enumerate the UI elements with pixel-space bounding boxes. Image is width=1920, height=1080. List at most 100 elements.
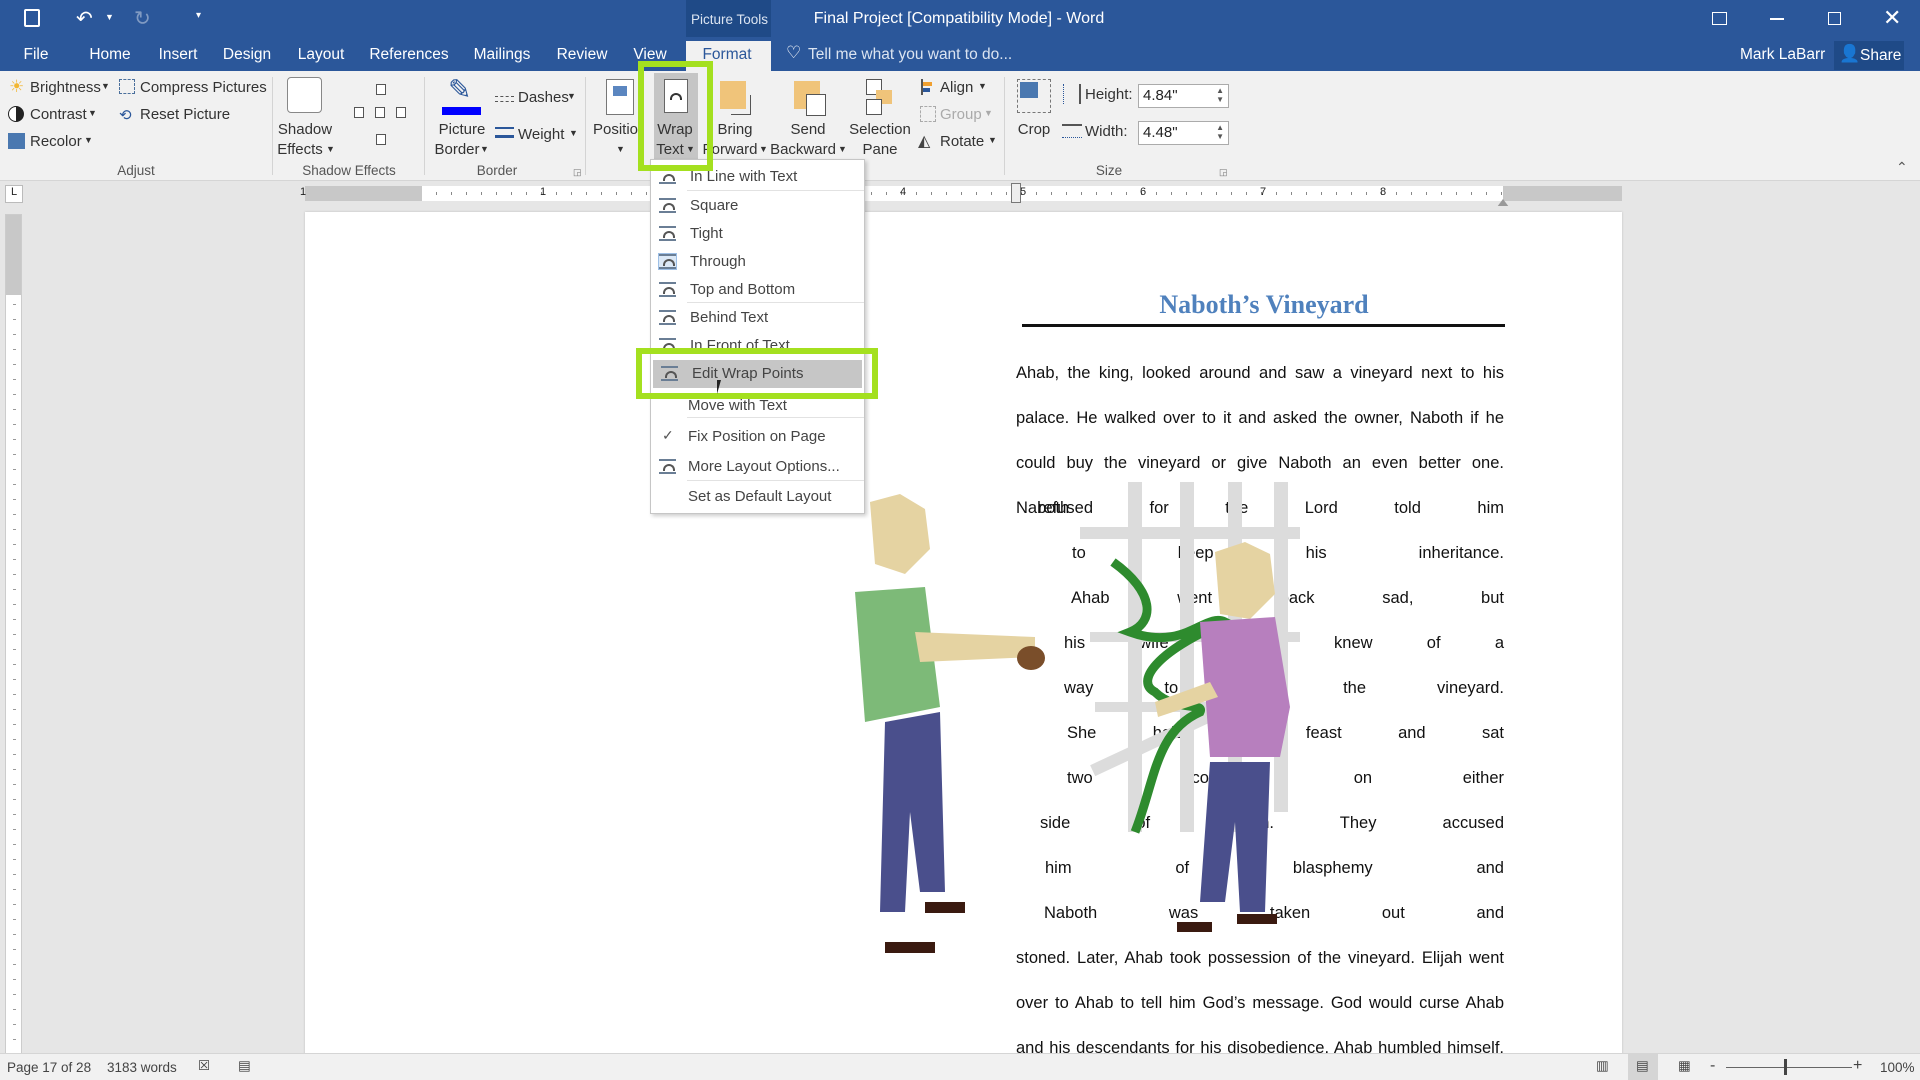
dropdown-icon: ▼ [326,144,335,154]
edit-wrap-points-highlight-box [636,348,878,399]
crop-icon [1017,79,1051,113]
menu-item-top-and-bottom[interactable]: Top and Bottom [651,276,864,304]
tab-layout[interactable]: Layout [298,46,345,64]
bring-forward-button[interactable]: Bring [717,121,752,138]
nudge-shadow-up-icon[interactable] [376,84,386,95]
zoom-level[interactable]: 100% [1880,1060,1915,1075]
horizontal-ruler[interactable]: L 1 1 4 5 6 7 8 [0,181,1920,207]
share-button[interactable]: 👤 Share [1834,41,1904,70]
autosave-icon[interactable] [24,9,40,27]
zoom-slider[interactable] [1726,1067,1852,1068]
shadow-effects-button-line2[interactable]: Effects [277,141,323,158]
contrast-button[interactable]: Contrast [30,106,87,123]
dashes-button[interactable]: Dashes [518,89,569,106]
collapse-ribbon-icon[interactable]: ⌃ [1896,159,1908,176]
tab-review[interactable]: Review [557,46,608,64]
menu-item-label: Tight [690,225,723,242]
picture-border-pencil-icon: ✎ [448,74,472,105]
picture-border-button[interactable]: Picture [439,121,486,138]
document-line: and his descendants for his disobedience… [1016,1039,1504,1053]
redo-icon[interactable]: ↻ [134,6,151,31]
macro-icon[interactable]: ▤ [238,1058,251,1074]
nudge-shadow-right-icon[interactable] [396,107,406,118]
menu-separator [687,190,864,191]
customize-toolbar-icon[interactable]: ▾ [196,10,201,21]
indent-marker[interactable] [1011,183,1021,203]
menu-item-tight[interactable]: Tight [651,220,864,248]
crop-button[interactable]: Crop [1018,121,1051,138]
compress-pictures-icon [119,79,135,94]
shadow-effects-button[interactable]: Shadow [278,121,332,138]
tell-me-search[interactable]: Tell me what you want to do... [808,46,1012,64]
align-button[interactable]: Align [940,79,973,96]
page-count[interactable]: Page 17 of 28 [7,1060,91,1075]
brightness-button[interactable]: Brightness [30,79,101,96]
width-value: 4.48" [1143,124,1178,141]
document-page[interactable]: Naboth’s Vineyard Ahab, the king, looked… [305,212,1622,1053]
rotate-icon: ◭ [918,133,931,150]
shadow-toggle-icon[interactable] [375,107,385,118]
zoom-out-button[interactable]: - [1710,1057,1715,1075]
tab-references[interactable]: References [369,46,448,64]
tab-mailings[interactable]: Mailings [474,46,531,64]
menu-item-behind-text[interactable]: Behind Text [651,304,864,332]
dropdown-icon: ▼ [984,108,993,118]
weight-button[interactable]: Weight [518,126,564,143]
compress-pictures-button[interactable]: Compress Pictures [140,79,267,96]
size-dialog-launcher-icon[interactable]: ◲ [1219,167,1228,178]
ribbon-display-options-icon[interactable] [1712,12,1727,25]
ruler-body [422,186,1503,201]
minimize-icon[interactable] [1770,18,1784,20]
vertical-ruler[interactable] [5,214,22,1053]
border-dialog-launcher-icon[interactable]: ◲ [573,167,582,178]
group-icon [920,106,936,122]
dashes-icon [495,96,514,102]
selection-pane-button[interactable]: Selection [849,121,911,138]
restore-icon[interactable] [1828,12,1841,25]
picture-border-button-line2[interactable]: Border [434,141,479,158]
vineyard-illustration[interactable] [855,482,1305,1002]
height-input[interactable]: 4.84" ▲ ▼ [1138,84,1229,108]
menu-item-fix-position-on-page[interactable]: ✓ Fix Position on Page [651,423,864,451]
ruler-number: 1 [300,186,307,198]
nudge-shadow-down-icon[interactable] [376,134,386,145]
word-count[interactable]: 3183 words [107,1060,177,1075]
zoom-slider-thumb[interactable] [1784,1059,1787,1075]
close-icon[interactable]: ✕ [1883,5,1901,31]
undo-dropdown-icon[interactable]: ▼ [105,12,114,22]
selection-pane-button-line2[interactable]: Pane [862,141,897,158]
undo-icon[interactable]: ↶ [76,6,93,31]
proofing-icon[interactable]: ☒ [198,1058,210,1074]
print-layout-icon[interactable]: ▤ [1628,1054,1658,1080]
send-backward-button-line2[interactable]: Backward [770,141,836,158]
read-mode-icon[interactable]: ▥ [1596,1058,1609,1074]
width-spinner[interactable]: ▲ ▼ [1216,123,1224,141]
tab-insert[interactable]: Insert [159,46,198,64]
ribbon-tabs: File Home Insert Design Layout Reference… [0,37,1920,71]
menu-separator [687,302,864,303]
tab-design[interactable]: Design [223,46,271,64]
rotate-button[interactable]: Rotate [940,133,984,150]
send-backward-button[interactable]: Send [790,121,825,138]
adjust-group-label: Adjust [117,163,155,178]
tab-home[interactable]: Home [89,46,130,64]
web-layout-icon[interactable]: ▦ [1678,1058,1691,1074]
window-title: Final Project [Compatibility Mode] - Wor… [813,10,1105,27]
height-spinner[interactable]: ▲ ▼ [1216,86,1224,104]
recolor-button[interactable]: Recolor [30,133,82,150]
menu-item-label: More Layout Options... [688,458,840,475]
zoom-in-button[interactable]: + [1853,1057,1862,1075]
menu-item-square[interactable]: Square [651,192,864,220]
menu-item-set-as-default-layout[interactable]: Set as Default Layout [651,483,864,511]
reset-picture-button[interactable]: Reset Picture [140,106,230,123]
width-input[interactable]: 4.48" ▲ ▼ [1138,121,1229,145]
height-icon [1063,84,1081,104]
menu-item-through[interactable]: Through [651,248,864,276]
right-indent-marker[interactable] [1497,193,1509,207]
tab-selector[interactable]: L [5,185,23,203]
menu-item-more-layout-options[interactable]: More Layout Options... [651,453,864,481]
position-button[interactable]: Positio [593,121,638,138]
nudge-shadow-left-icon[interactable] [354,107,364,118]
user-name[interactable]: Mark LaBarr [1740,46,1825,64]
tab-file[interactable]: File [24,46,49,64]
